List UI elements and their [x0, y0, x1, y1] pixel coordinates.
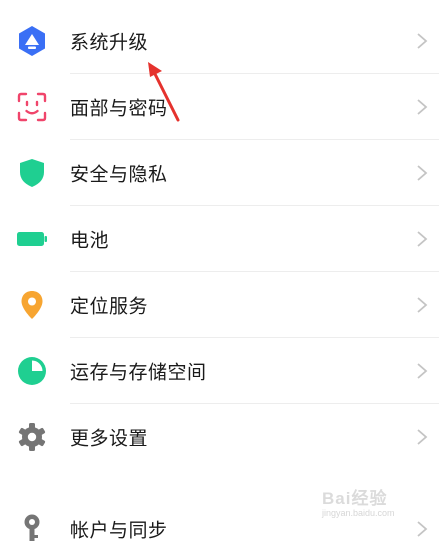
settings-item-battery[interactable]: 电池 — [0, 206, 439, 271]
chevron-right-icon — [415, 229, 429, 249]
settings-item-security-privacy[interactable]: 安全与隐私 — [0, 140, 439, 205]
gear-icon — [16, 421, 48, 453]
settings-item-location-services[interactable]: 定位服务 — [0, 272, 439, 337]
chevron-right-icon — [415, 295, 429, 315]
settings-item-more-settings[interactable]: 更多设置 — [0, 404, 439, 469]
settings-item-label: 系统升级 — [70, 31, 149, 53]
watermark-subtitle: jingyan.baidu.com — [322, 508, 395, 518]
red-arrow-icon — [140, 58, 188, 128]
settings-item-label: 更多设置 — [70, 427, 149, 449]
settings-item-label: 运存与存储空间 — [70, 361, 207, 383]
system-update-icon — [16, 25, 48, 57]
settings-item-memory-storage[interactable]: 运存与存储空间 — [0, 338, 439, 403]
watermark-title: Bai经验 — [322, 489, 388, 508]
settings-item-label: 定位服务 — [70, 295, 149, 317]
shield-icon — [16, 157, 48, 189]
location-pin-icon — [16, 289, 48, 321]
chevron-right-icon — [415, 427, 429, 447]
chevron-right-icon — [415, 163, 429, 183]
settings-item-system-update[interactable]: 系统升级 — [0, 8, 439, 73]
face-id-icon — [16, 91, 48, 123]
baidu-watermark: Bai经验 jingyan.baidu.com — [318, 482, 434, 526]
key-icon — [16, 513, 48, 541]
pie-chart-icon — [16, 355, 48, 387]
settings-item-label: 安全与隐私 — [70, 163, 168, 185]
settings-item-label: 帐户与同步 — [70, 519, 168, 541]
chevron-right-icon — [415, 31, 429, 51]
settings-item-face-and-password[interactable]: 面部与密码 — [0, 74, 439, 139]
settings-screen: 系统升级 面部与密码 安全与隐私 电池 定位服务 运存与存储空间 更多设置 帐户… — [0, 0, 439, 541]
chevron-right-icon — [415, 361, 429, 381]
settings-item-label: 电池 — [70, 229, 110, 251]
battery-icon — [16, 223, 48, 255]
chevron-right-icon — [415, 97, 429, 117]
